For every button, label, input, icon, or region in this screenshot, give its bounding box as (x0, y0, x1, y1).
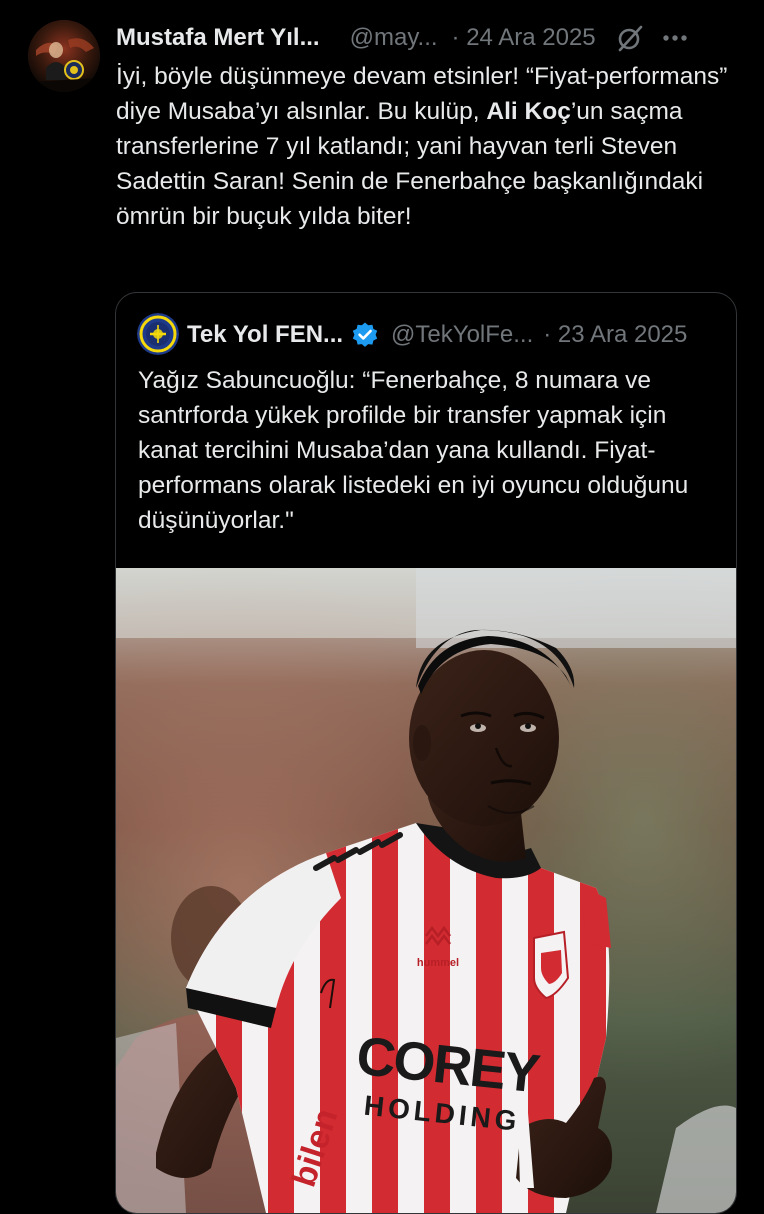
tweet-text: İyi, böyle düşünmeye devam etsinler! “Fi… (116, 59, 740, 234)
quoted-author-avatar[interactable] (137, 313, 179, 355)
verified-badge-icon (351, 321, 379, 349)
quoted-author-handle[interactable]: @TekYolFe... (391, 321, 533, 349)
author-avatar[interactable] (28, 20, 100, 92)
quoted-author-name[interactable]: Tek Yol FEN... (187, 321, 343, 349)
more-dots-icon[interactable] (660, 24, 690, 52)
tweet-text-mention-bold: Ali Koç (486, 98, 571, 125)
quoted-post-date[interactable]: · 23 Ara 2025 (543, 321, 687, 349)
tweet-header: Mustafa Mert Yıl... @may... · 24 Ara 202… (116, 22, 740, 54)
quoted-tweet-text: Yağız Sabuncuoğlu: “Fenerbahçe, 8 numara… (138, 367, 689, 534)
quoted-tweet-header: Tek Yol FEN... @TekYolFe... · 23 Ara 202… (187, 319, 720, 351)
quoted-tweet-photo[interactable]: hummel COREY HOLDING bilen (116, 568, 736, 1213)
author-name[interactable]: Mustafa Mert Yıl... (116, 24, 320, 52)
tweet: Mustafa Mert Yıl... @may... · 24 Ara 202… (0, 0, 764, 1214)
kit-brand-text: hummel (417, 957, 459, 969)
author-handle[interactable]: @may... (350, 24, 438, 52)
post-date[interactable]: · 24 Ara 2025 (452, 24, 596, 52)
quoted-tweet-card[interactable]: Tek Yol FEN... @TekYolFe... · 23 Ara 202… (115, 292, 737, 1214)
grok-icon[interactable] (616, 24, 644, 52)
